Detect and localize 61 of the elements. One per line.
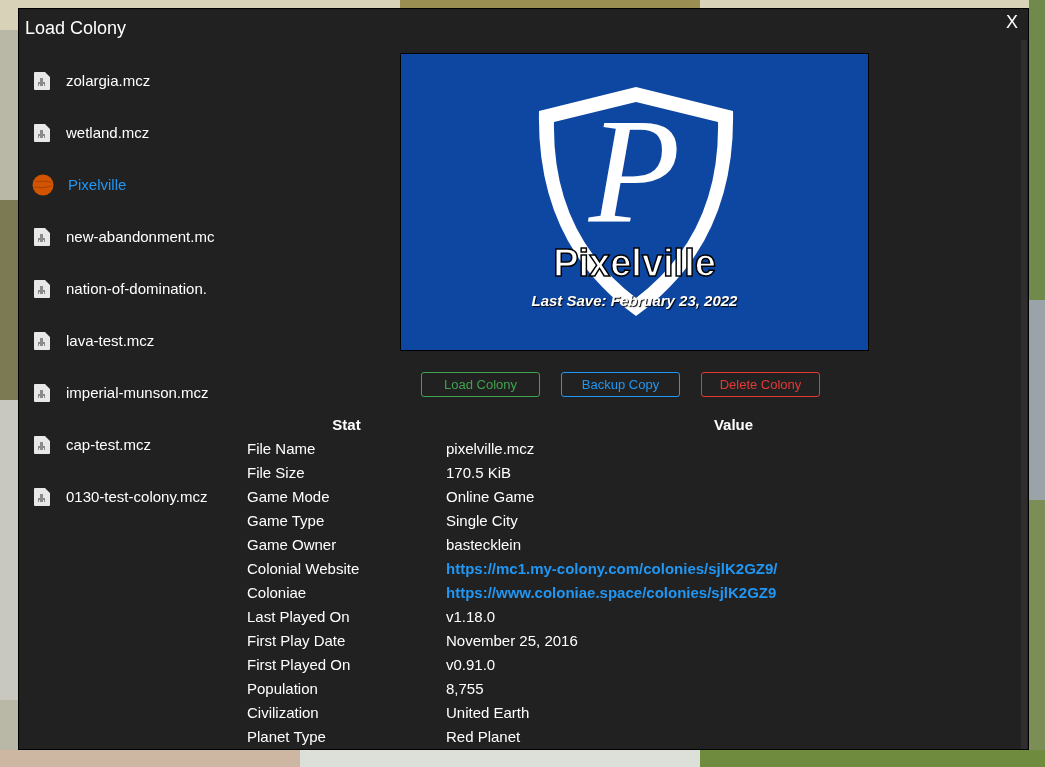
colony-name: 0130-test-colony.mcz	[66, 486, 208, 507]
stat-label: Game Owner	[247, 535, 338, 555]
colony-item[interactable]: cap-test.mcz	[19, 419, 234, 471]
stat-label: Civilization	[247, 703, 320, 723]
planet-icon	[32, 174, 54, 196]
file-icon	[32, 331, 52, 351]
stat-label: File Name	[247, 439, 317, 459]
stat-label: Last Played On	[247, 607, 351, 627]
stat-value: Online Game	[446, 487, 536, 507]
stat-value: 170.5 KiB	[446, 463, 513, 483]
colony-item[interactable]: nation-of-domination.	[19, 263, 234, 315]
stat-link[interactable]: https://mc1.my-colony.com/colonies/sjlK2GZ9/	[446, 557, 778, 581]
colony-name: wetland.mcz	[66, 122, 150, 143]
action-button[interactable]: Backup Copy	[561, 372, 680, 397]
file-icon	[32, 383, 52, 403]
colony-item[interactable]: lava-test.mcz	[19, 315, 234, 367]
file-icon	[32, 435, 52, 455]
file-icon	[32, 487, 52, 507]
stat-label: First Played On	[247, 655, 352, 675]
stat-label: Colonial Website	[247, 559, 361, 579]
colony-name: Pixelville	[68, 174, 127, 195]
stat-label: First Play Date	[247, 631, 347, 651]
colony-name: nation-of-domination.	[66, 278, 207, 299]
stat-label: File Size	[247, 463, 306, 483]
stat-label: Game Mode	[247, 487, 331, 507]
colony-item[interactable]: zolargia.mcz	[19, 55, 234, 107]
stat-value: Single City	[446, 511, 519, 531]
stat-value: v0.91.0	[446, 655, 497, 675]
stat-label: Planet Type	[247, 727, 327, 747]
file-icon	[32, 123, 52, 143]
action-button[interactable]: Delete Colony	[701, 372, 820, 397]
colony-item[interactable]: wetland.mcz	[19, 107, 234, 159]
colony-name: lava-test.mcz	[66, 330, 155, 351]
stat-value: Red Planet	[446, 727, 522, 747]
stat-value: 8,755	[446, 679, 485, 699]
stat-value: v1.18.0	[446, 607, 497, 627]
stat-label: Game Type	[247, 511, 326, 531]
stat-value: United Earth	[446, 703, 531, 723]
stat-value: bastecklein	[446, 535, 523, 555]
file-icon	[32, 227, 52, 247]
logo-letter: P	[588, 96, 681, 246]
stat-label: Coloniae	[247, 583, 308, 603]
stat-label: Population	[247, 679, 319, 699]
column-header: Value	[712, 415, 755, 435]
file-icon	[32, 71, 52, 91]
stat-link[interactable]: https://www.coloniae.space/colonies/sjlK2GZ9	[446, 581, 777, 605]
file-icon	[32, 279, 52, 299]
colony-name: zolargia.mcz	[66, 70, 151, 91]
colony-name: cap-test.mcz	[66, 434, 152, 455]
action-button[interactable]: Load Colony	[421, 372, 540, 397]
close-button[interactable]: X	[1002, 13, 1022, 31]
colony-item[interactable]: imperial-munson.mcz	[19, 367, 234, 419]
window-title: Load Colony	[25, 17, 127, 40]
stat-value: pixelville.mcz	[446, 439, 536, 459]
column-header: Stat	[331, 415, 362, 435]
colony-item[interactable]: new-abandonment.mc	[19, 211, 234, 263]
colony-item[interactable]: Pixelville	[19, 159, 234, 211]
stat-value: November 25, 2016	[446, 631, 579, 651]
colony-name: new-abandonment.mc	[66, 226, 215, 247]
colony-name: imperial-munson.mcz	[66, 382, 209, 403]
colony-item[interactable]: 0130-test-colony.mcz	[19, 471, 234, 523]
